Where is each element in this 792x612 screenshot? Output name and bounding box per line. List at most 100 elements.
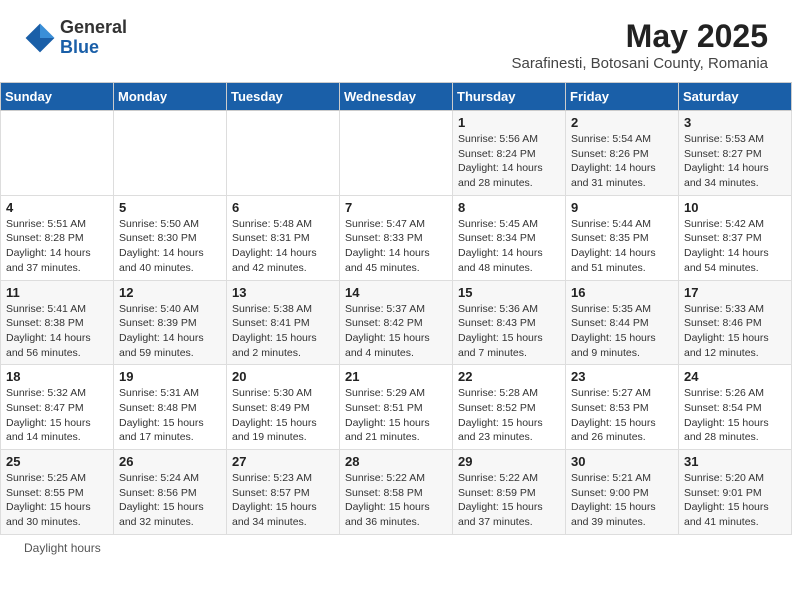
day-info: Sunrise: 5:33 AM Sunset: 8:46 PM Dayligh… bbox=[684, 302, 786, 361]
day-number: 19 bbox=[119, 369, 221, 384]
day-number: 7 bbox=[345, 200, 447, 215]
day-info: Sunrise: 5:48 AM Sunset: 8:31 PM Dayligh… bbox=[232, 217, 334, 276]
daylight-hours-label: Daylight hours bbox=[24, 541, 101, 555]
calendar-header-row: SundayMondayTuesdayWednesdayThursdayFrid… bbox=[1, 83, 792, 111]
day-info: Sunrise: 5:30 AM Sunset: 8:49 PM Dayligh… bbox=[232, 386, 334, 445]
calendar-cell: 24Sunrise: 5:26 AM Sunset: 8:54 PM Dayli… bbox=[679, 365, 792, 450]
day-number: 13 bbox=[232, 285, 334, 300]
footer: Daylight hours bbox=[0, 535, 792, 561]
day-info: Sunrise: 5:24 AM Sunset: 8:56 PM Dayligh… bbox=[119, 471, 221, 530]
calendar-cell: 17 Sunrise: 5:33 AM Sunset: 8:46 PM Dayli… bbox=[679, 280, 792, 365]
calendar-cell bbox=[1, 111, 114, 196]
day-info: Sunrise: 5:32 AM Sunset: 8:47 PM Dayligh… bbox=[6, 386, 108, 445]
calendar-cell: 6Sunrise: 5:48 AM Sunset: 8:31 PM Daylig… bbox=[227, 195, 340, 280]
day-number: 20 bbox=[232, 369, 334, 384]
day-number: 14 bbox=[345, 285, 447, 300]
logo-icon bbox=[24, 22, 56, 54]
day-number: 5 bbox=[119, 200, 221, 215]
calendar-week-row: 4 Sunrise: 5:51 AM Sunset: 8:28 PM Daylig… bbox=[1, 195, 792, 280]
calendar-cell: 18Sunrise: 5:32 AM Sunset: 8:47 PM Dayli… bbox=[1, 365, 114, 450]
day-number: 4 bbox=[6, 200, 108, 215]
calendar-cell: 25 Sunrise: 5:25 AM Sunset: 8:55 PM Dayli… bbox=[1, 450, 114, 535]
calendar-cell: 5 Sunrise: 5:50 AM Sunset: 8:30 PM Daylig… bbox=[114, 195, 227, 280]
day-number: 25 bbox=[6, 454, 108, 469]
calendar-cell: 8Sunrise: 5:45 AM Sunset: 8:34 PM Daylig… bbox=[453, 195, 566, 280]
calendar-cell bbox=[114, 111, 227, 196]
logo-blue: Blue bbox=[60, 38, 127, 58]
day-number: 26 bbox=[119, 454, 221, 469]
calendar-cell: 4 Sunrise: 5:51 AM Sunset: 8:28 PM Daylig… bbox=[1, 195, 114, 280]
calendar-cell: 7 Sunrise: 5:47 AM Sunset: 8:33 PM Daylig… bbox=[340, 195, 453, 280]
day-info: Sunrise: 5:47 AM Sunset: 8:33 PM Dayligh… bbox=[345, 217, 447, 276]
day-number: 12 bbox=[119, 285, 221, 300]
calendar-cell: 11 Sunrise: 5:41 AM Sunset: 8:38 PM Dayli… bbox=[1, 280, 114, 365]
calendar-cell: 30Sunrise: 5:21 AM Sunset: 9:00 PM Dayli… bbox=[566, 450, 679, 535]
day-info: Sunrise: 5:53 AM Sunset: 8:27 PM Dayligh… bbox=[684, 132, 786, 191]
day-number: 23 bbox=[571, 369, 673, 384]
day-info: Sunrise: 5:27 AM Sunset: 8:53 PM Dayligh… bbox=[571, 386, 673, 445]
calendar-cell: 13 Sunrise: 5:38 AM Sunset: 8:41 PM Dayli… bbox=[227, 280, 340, 365]
calendar-cell: 31 Sunrise: 5:20 AM Sunset: 9:01 PM Dayli… bbox=[679, 450, 792, 535]
calendar-week-row: 18Sunrise: 5:32 AM Sunset: 8:47 PM Dayli… bbox=[1, 365, 792, 450]
day-info: Sunrise: 5:37 AM Sunset: 8:42 PM Dayligh… bbox=[345, 302, 447, 361]
day-of-week-header: Sunday bbox=[1, 83, 114, 111]
day-number: 22 bbox=[458, 369, 560, 384]
day-of-week-header: Thursday bbox=[453, 83, 566, 111]
calendar-cell: 27 Sunrise: 5:23 AM Sunset: 8:57 PM Dayli… bbox=[227, 450, 340, 535]
day-info: Sunrise: 5:25 AM Sunset: 8:55 PM Dayligh… bbox=[6, 471, 108, 530]
day-number: 30 bbox=[571, 454, 673, 469]
day-info: Sunrise: 5:22 AM Sunset: 8:59 PM Dayligh… bbox=[458, 471, 560, 530]
day-info: Sunrise: 5:22 AM Sunset: 8:58 PM Dayligh… bbox=[345, 471, 447, 530]
day-number: 31 bbox=[684, 454, 786, 469]
day-info: Sunrise: 5:54 AM Sunset: 8:26 PM Dayligh… bbox=[571, 132, 673, 191]
day-number: 2 bbox=[571, 115, 673, 130]
day-number: 1 bbox=[458, 115, 560, 130]
day-info: Sunrise: 5:28 AM Sunset: 8:52 PM Dayligh… bbox=[458, 386, 560, 445]
calendar-cell: 2 Sunrise: 5:54 AM Sunset: 8:26 PM Daylig… bbox=[566, 111, 679, 196]
calendar-cell: 28 Sunrise: 5:22 AM Sunset: 8:58 PM Dayli… bbox=[340, 450, 453, 535]
calendar-week-row: 25 Sunrise: 5:25 AM Sunset: 8:55 PM Dayli… bbox=[1, 450, 792, 535]
day-info: Sunrise: 5:41 AM Sunset: 8:38 PM Dayligh… bbox=[6, 302, 108, 361]
day-of-week-header: Friday bbox=[566, 83, 679, 111]
day-number: 28 bbox=[345, 454, 447, 469]
calendar-cell: 23 Sunrise: 5:27 AM Sunset: 8:53 PM Dayli… bbox=[566, 365, 679, 450]
day-number: 3 bbox=[684, 115, 786, 130]
title-section: May 2025 Sarafinesti, Botosani County, R… bbox=[511, 18, 768, 72]
calendar-cell: 12 Sunrise: 5:40 AM Sunset: 8:39 PM Dayli… bbox=[114, 280, 227, 365]
logo: General Blue bbox=[24, 18, 127, 58]
calendar-cell: 29 Sunrise: 5:22 AM Sunset: 8:59 PM Dayli… bbox=[453, 450, 566, 535]
day-number: 29 bbox=[458, 454, 560, 469]
calendar-week-row: 11 Sunrise: 5:41 AM Sunset: 8:38 PM Dayli… bbox=[1, 280, 792, 365]
day-info: Sunrise: 5:23 AM Sunset: 8:57 PM Dayligh… bbox=[232, 471, 334, 530]
day-info: Sunrise: 5:40 AM Sunset: 8:39 PM Dayligh… bbox=[119, 302, 221, 361]
calendar-cell bbox=[227, 111, 340, 196]
day-info: Sunrise: 5:42 AM Sunset: 8:37 PM Dayligh… bbox=[684, 217, 786, 276]
day-info: Sunrise: 5:20 AM Sunset: 9:01 PM Dayligh… bbox=[684, 471, 786, 530]
day-of-week-header: Saturday bbox=[679, 83, 792, 111]
calendar-cell: 14 Sunrise: 5:37 AM Sunset: 8:42 PM Dayli… bbox=[340, 280, 453, 365]
logo-general: General bbox=[60, 18, 127, 38]
subtitle: Sarafinesti, Botosani County, Romania bbox=[511, 55, 768, 72]
calendar-cell: 22 Sunrise: 5:28 AM Sunset: 8:52 PM Dayli… bbox=[453, 365, 566, 450]
day-info: Sunrise: 5:38 AM Sunset: 8:41 PM Dayligh… bbox=[232, 302, 334, 361]
day-info: Sunrise: 5:51 AM Sunset: 8:28 PM Dayligh… bbox=[6, 217, 108, 276]
day-info: Sunrise: 5:35 AM Sunset: 8:44 PM Dayligh… bbox=[571, 302, 673, 361]
day-info: Sunrise: 5:50 AM Sunset: 8:30 PM Dayligh… bbox=[119, 217, 221, 276]
day-number: 27 bbox=[232, 454, 334, 469]
day-info: Sunrise: 5:56 AM Sunset: 8:24 PM Dayligh… bbox=[458, 132, 560, 191]
day-number: 21 bbox=[345, 369, 447, 384]
calendar-cell: 15Sunrise: 5:36 AM Sunset: 8:43 PM Dayli… bbox=[453, 280, 566, 365]
calendar-cell: 26 Sunrise: 5:24 AM Sunset: 8:56 PM Dayli… bbox=[114, 450, 227, 535]
day-info: Sunrise: 5:44 AM Sunset: 8:35 PM Dayligh… bbox=[571, 217, 673, 276]
day-number: 8 bbox=[458, 200, 560, 215]
day-info: Sunrise: 5:36 AM Sunset: 8:43 PM Dayligh… bbox=[458, 302, 560, 361]
day-of-week-header: Wednesday bbox=[340, 83, 453, 111]
day-number: 17 bbox=[684, 285, 786, 300]
calendar-cell bbox=[340, 111, 453, 196]
day-number: 11 bbox=[6, 285, 108, 300]
calendar-week-row: 1 Sunrise: 5:56 AM Sunset: 8:24 PM Daylig… bbox=[1, 111, 792, 196]
logo-text: General Blue bbox=[60, 18, 127, 58]
day-number: 16 bbox=[571, 285, 673, 300]
calendar-table: SundayMondayTuesdayWednesdayThursdayFrid… bbox=[0, 82, 792, 535]
day-number: 10 bbox=[684, 200, 786, 215]
